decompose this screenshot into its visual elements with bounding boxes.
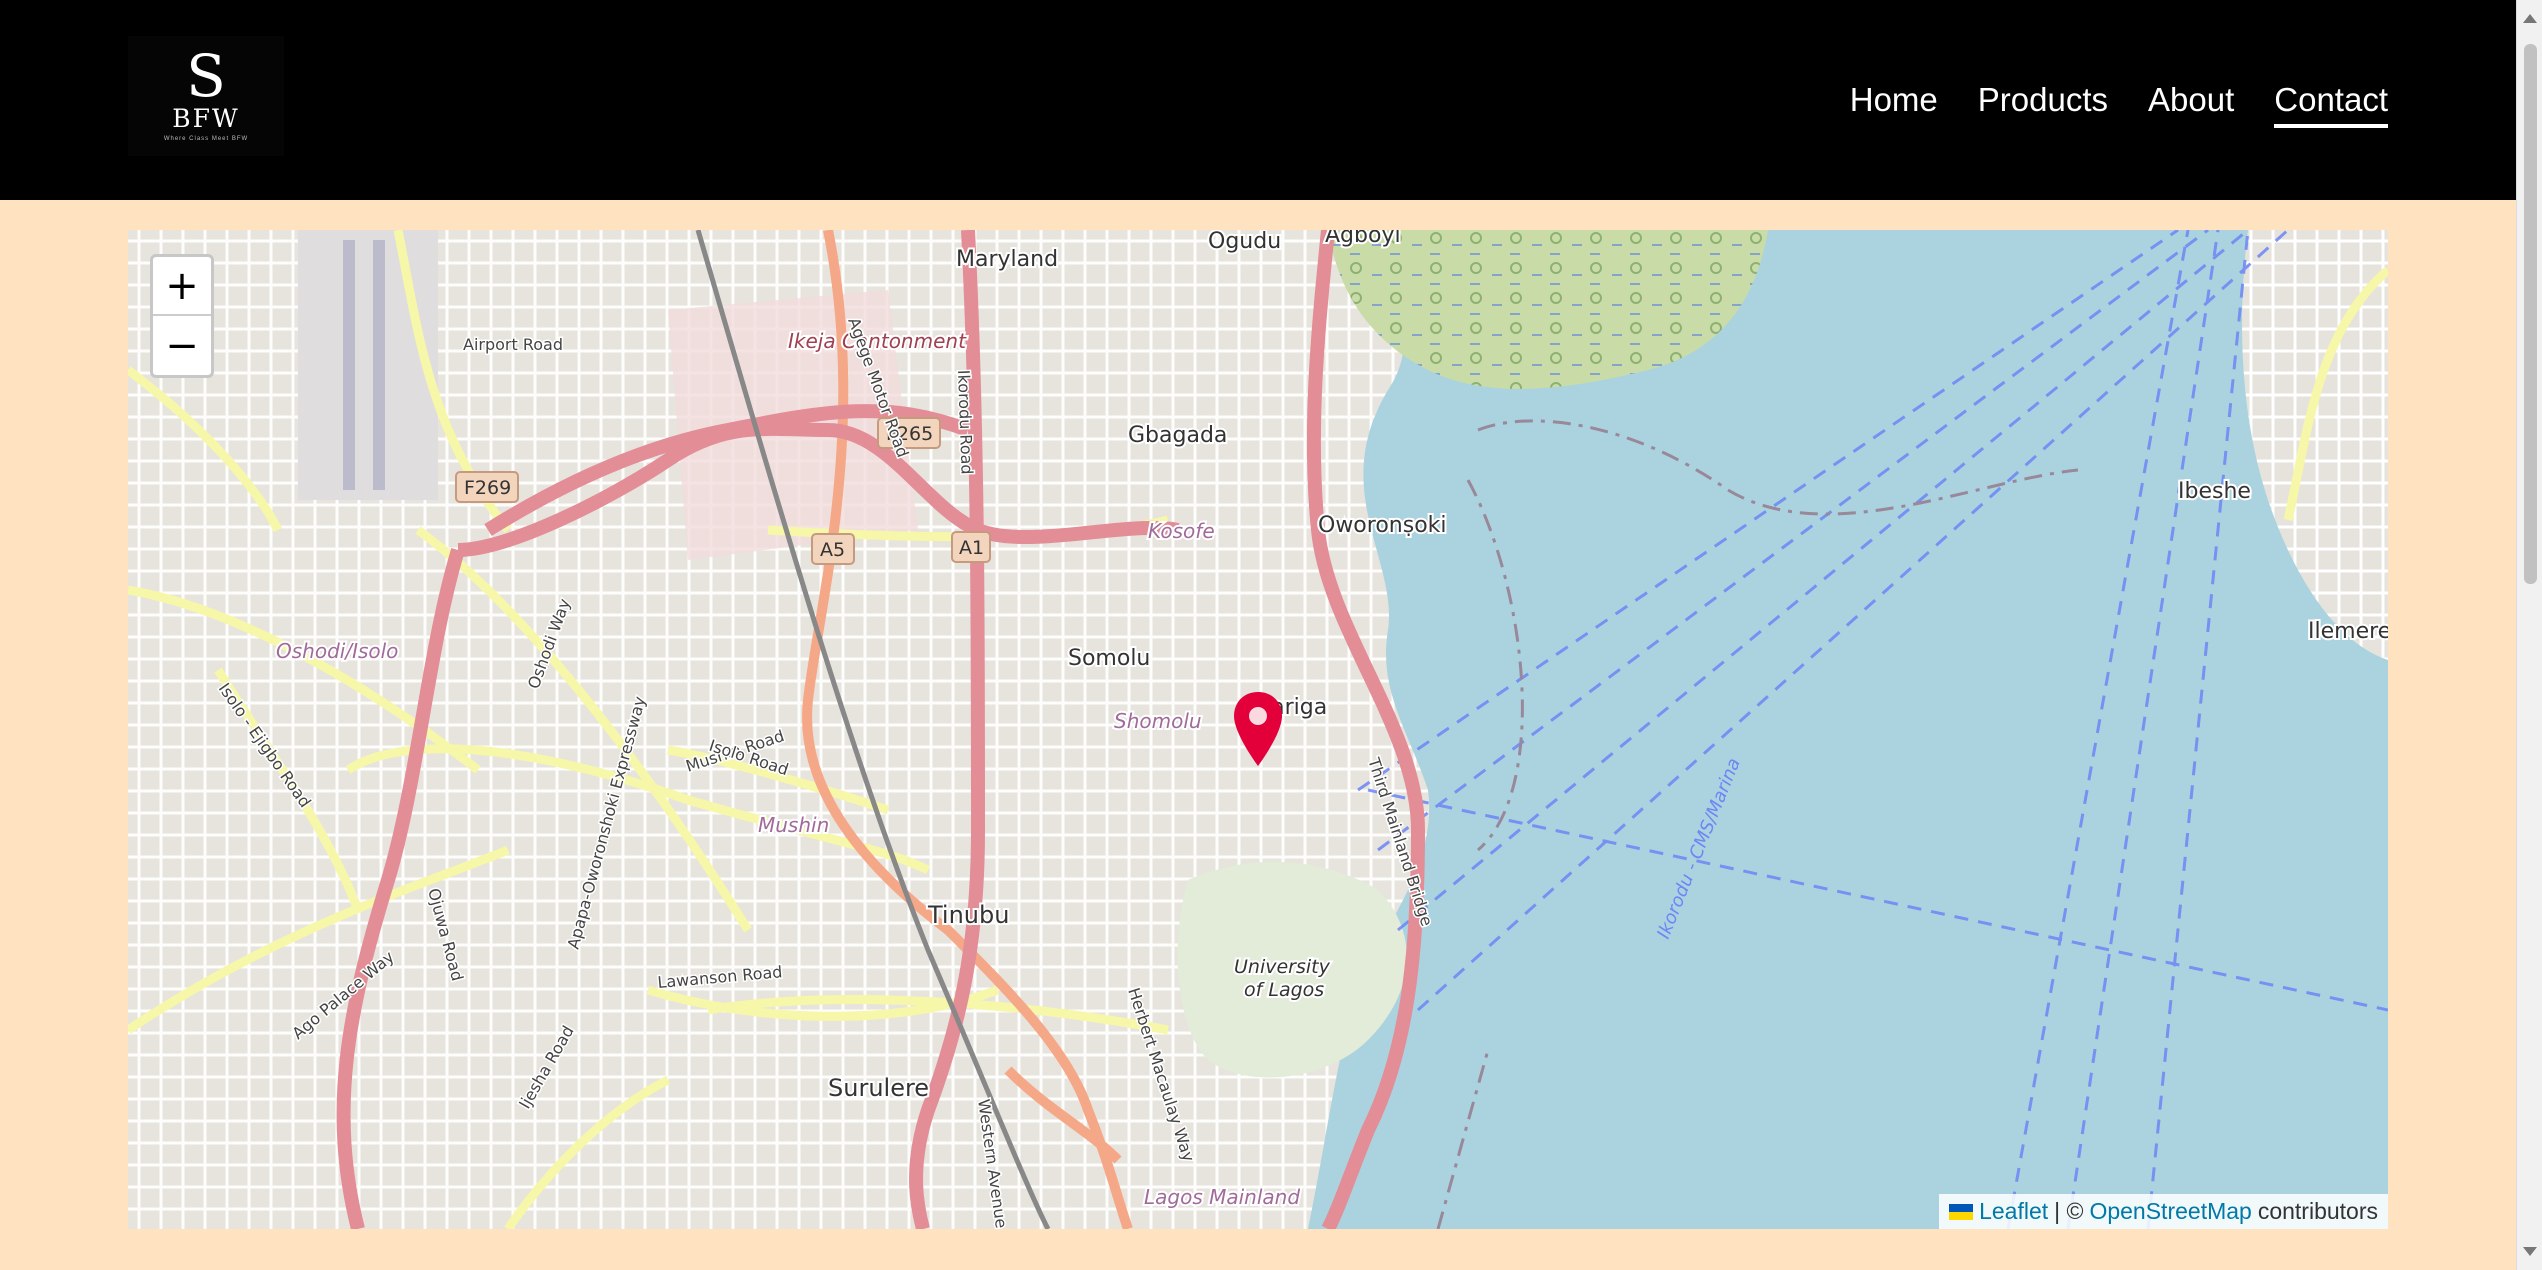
- shield-a5: A5: [820, 539, 845, 561]
- location-map[interactable]: F265 F269 A5 A1 Maryland Ogudu Agboyi Gb…: [128, 230, 2388, 1229]
- label-ogudu: Ogudu: [1208, 230, 1281, 254]
- attribution-suffix: contributors: [2257, 1198, 2378, 1224]
- label-university-line1: University: [1234, 956, 1331, 978]
- label-airport-road: Airport Road: [463, 335, 563, 354]
- brand-logo[interactable]: S BFW Where Class Meet BFW: [128, 36, 284, 156]
- nav-contact-link[interactable]: Contact: [2274, 78, 2388, 128]
- label-shomolu: Shomolu: [1114, 709, 1202, 733]
- label-ibeshe: Ibeshe: [2178, 479, 2251, 504]
- logo-mark: S: [186, 42, 226, 110]
- zoom-control: + −: [150, 254, 214, 378]
- label-oworonsoki: Oworonṣoki: [1318, 513, 1447, 538]
- site-header: S BFW Where Class Meet BFW Home Products…: [0, 0, 2516, 200]
- openstreetmap-link[interactable]: OpenStreetMap: [2089, 1198, 2251, 1225]
- zoom-out-button[interactable]: −: [153, 316, 211, 375]
- logo-text: BFW: [172, 104, 240, 133]
- leaflet-link[interactable]: Leaflet: [1979, 1198, 2048, 1225]
- zoom-in-button[interactable]: +: [153, 257, 211, 316]
- scroll-down-arrow-icon[interactable]: [2523, 1247, 2537, 1256]
- shield-f269: F269: [464, 477, 511, 499]
- scroll-thumb[interactable]: [2524, 44, 2537, 584]
- label-tinubu: Tinubu: [927, 901, 1009, 929]
- label-agboyi: Agboyi: [1325, 230, 1401, 248]
- label-ikorodu-road: Ikorodu Road: [954, 369, 977, 474]
- label-ilemere: Ilemere: [2308, 619, 2388, 644]
- label-mushin: Mushin: [758, 813, 829, 837]
- label-gbagada: Gbagada: [1128, 423, 1227, 448]
- main-nav: Home Products About Contact: [1850, 78, 2388, 128]
- attribution-separator: | ©: [2054, 1198, 2084, 1224]
- label-university-line2: of Lagos: [1244, 979, 1324, 1001]
- map-attribution: Leaflet | © OpenStreetMap contributors: [1939, 1194, 2388, 1229]
- label-surulere: Surulere: [828, 1074, 929, 1102]
- location-marker-icon[interactable]: [1232, 690, 1284, 768]
- label-somolu: Somolu: [1068, 646, 1150, 671]
- nav-products-link[interactable]: Products: [1978, 78, 2108, 128]
- label-lagos-mainland: Lagos Mainland: [1144, 1185, 1300, 1209]
- nav-about-link[interactable]: About: [2148, 78, 2234, 128]
- shield-a1: A1: [959, 537, 984, 559]
- logo-tagline: Where Class Meet BFW: [163, 136, 249, 142]
- label-kosofe: Kosofe: [1148, 519, 1215, 543]
- label-ikeja-cantonment: Ikeja Cantonment: [788, 329, 967, 353]
- scroll-up-arrow-icon[interactable]: [2523, 14, 2537, 23]
- label-oshodi-isolo: Oshodi/Isolo: [276, 639, 398, 663]
- ukraine-flag-icon: [1949, 1203, 1974, 1220]
- page-scrollbar[interactable]: [2516, 0, 2542, 1270]
- nav-home-link[interactable]: Home: [1850, 78, 1938, 128]
- label-maryland: Maryland: [956, 247, 1058, 272]
